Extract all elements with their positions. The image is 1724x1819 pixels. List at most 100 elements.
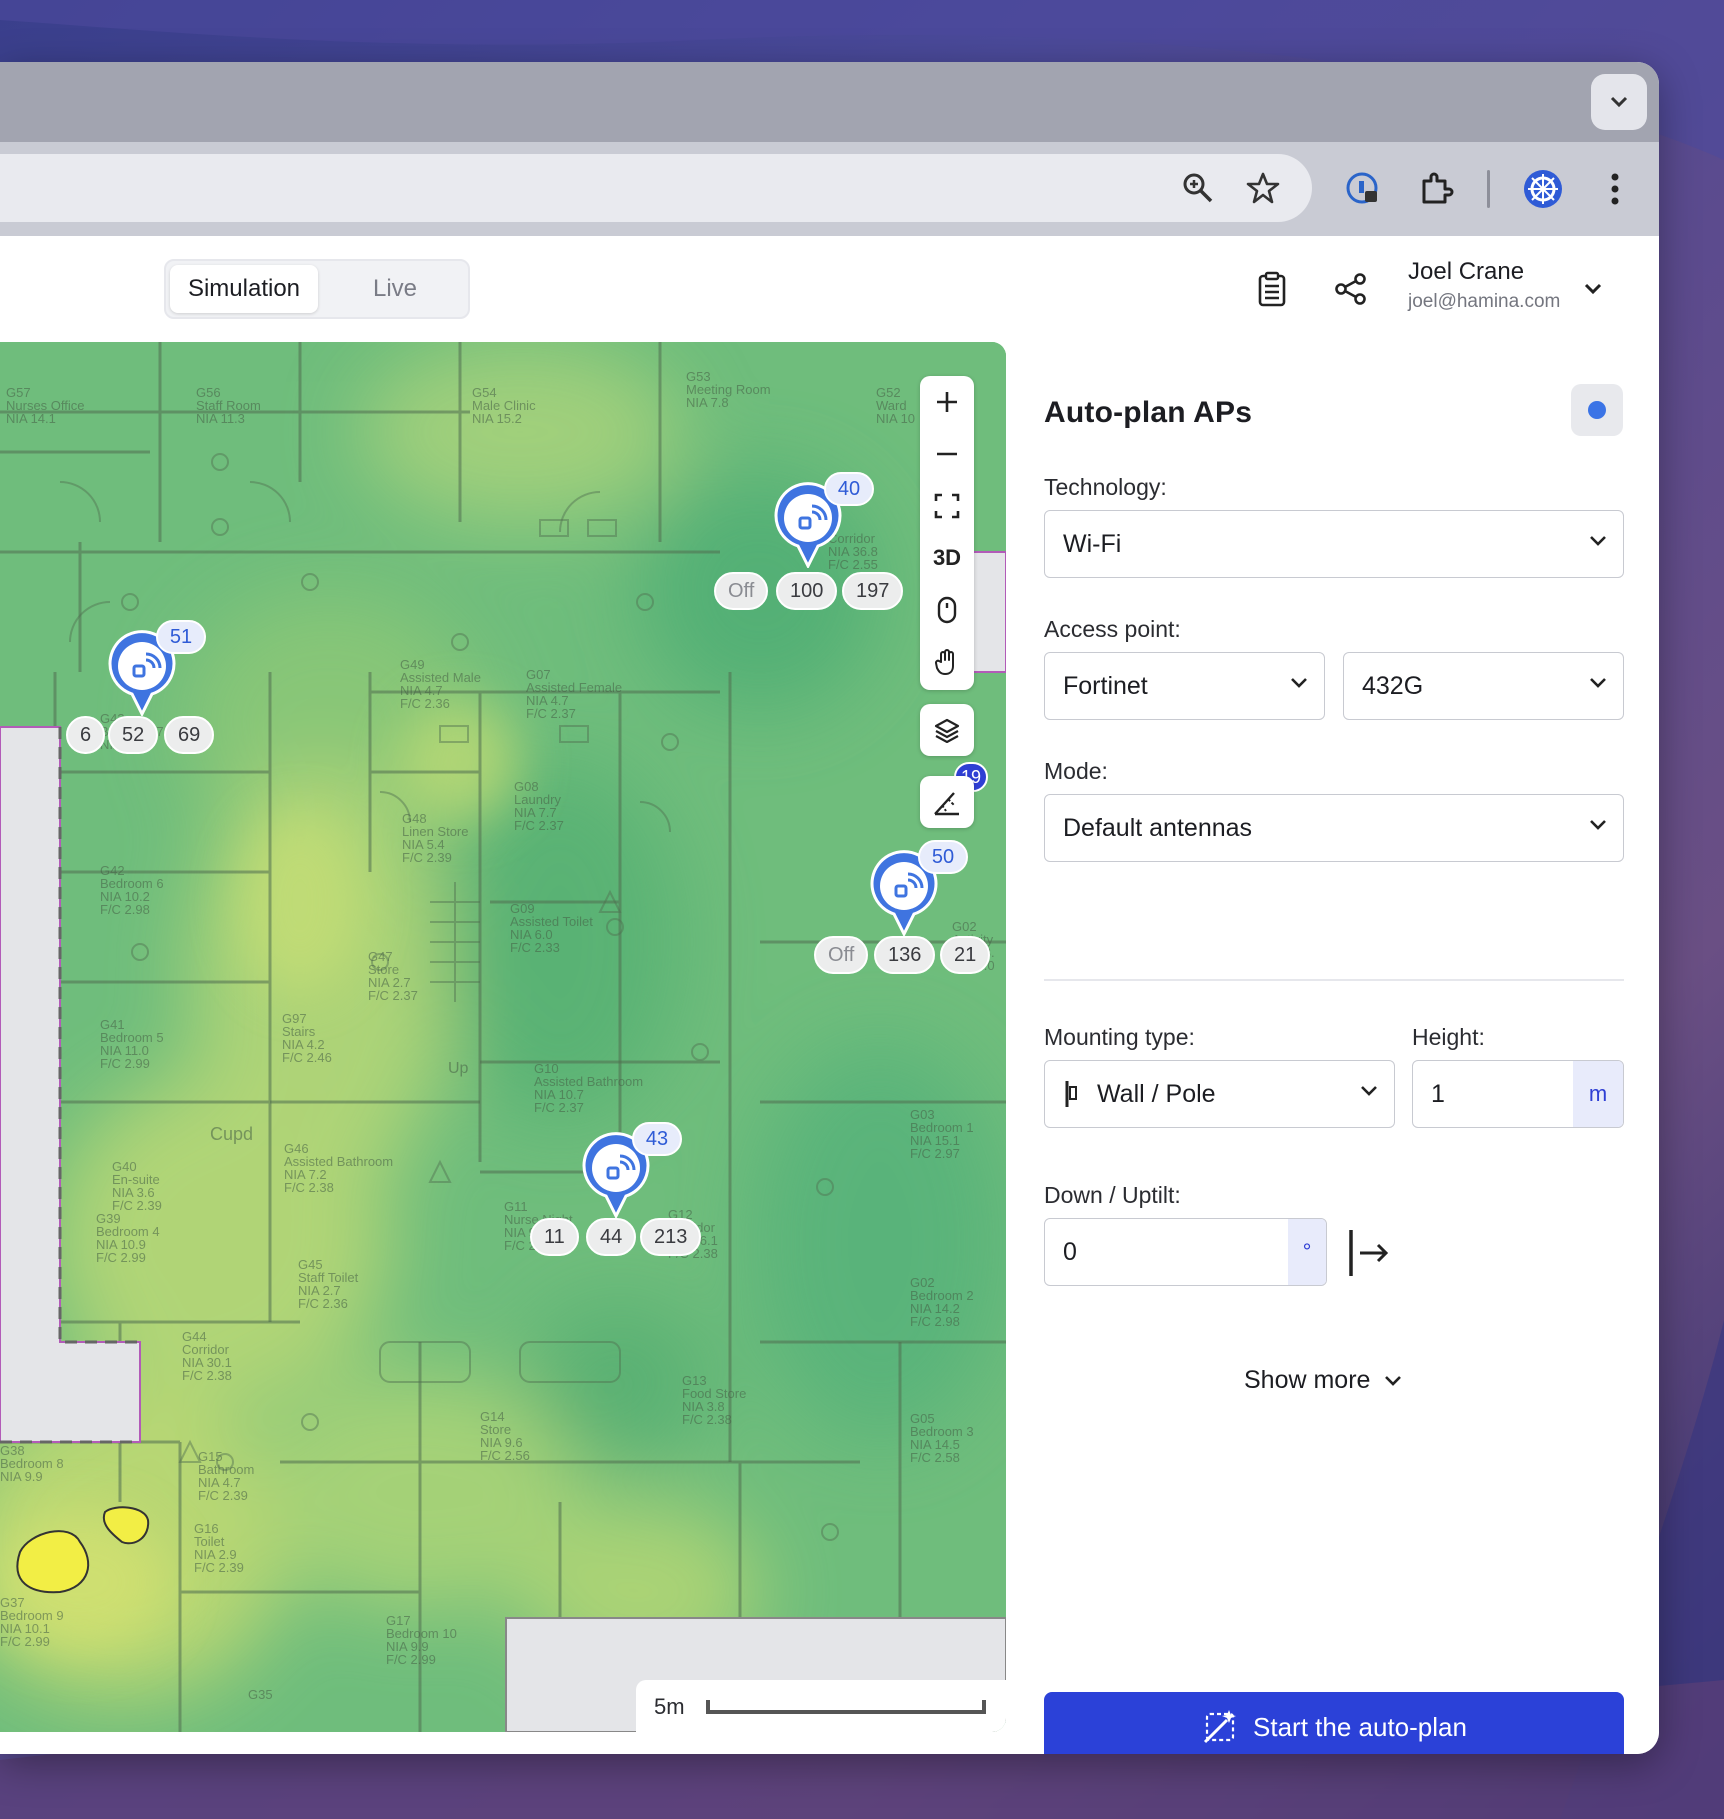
measure-angle-icon[interactable] <box>920 776 974 828</box>
zoom-in-icon[interactable] <box>920 376 974 428</box>
hand-icon[interactable] <box>920 636 974 688</box>
height-value: 1 <box>1431 1079 1445 1108</box>
room-label: G07 Assisted Female NIA 4.7 F/C 2.37 <box>526 667 623 721</box>
wall-mount-icon <box>1065 1081 1077 1107</box>
zoom-out-icon[interactable] <box>920 428 974 480</box>
room-label: G05 Bedroom 3 NIA 14.5 F/C 2.58 <box>910 1411 974 1465</box>
room-label: G35 <box>248 1687 273 1702</box>
toolbar-separator <box>1487 170 1490 208</box>
panel-title: Auto-plan APs <box>1044 396 1253 429</box>
show-more-label: Show more <box>1244 1366 1371 1394</box>
password-manager-icon[interactable] <box>1338 164 1388 214</box>
room-label: G48 Linen Store NIA 5.4 F/C 2.39 <box>402 811 469 865</box>
layers-icon[interactable] <box>920 704 974 756</box>
address-bar[interactable] <box>0 154 1312 222</box>
ap-stat-pill: 21 <box>940 936 991 974</box>
ap-vendor-select[interactable]: Fortinet <box>1044 652 1325 720</box>
clipboard-icon[interactable] <box>1247 264 1297 314</box>
app-header: Simulation Live Joel Crane joel@hamina.c… <box>0 236 1659 342</box>
chevron-down-icon <box>1385 1375 1402 1386</box>
room-label: G14 Store NIA 9.6 F/C 2.56 <box>480 1409 530 1463</box>
user-menu-chevron-icon[interactable] <box>1568 264 1618 314</box>
mode-label: Mode: <box>1044 758 1108 784</box>
start-auto-plan-button[interactable]: Start the auto-plan <box>1044 1692 1624 1754</box>
profile-avatar-icon[interactable] <box>1518 164 1568 214</box>
height-input[interactable]: 1 m <box>1412 1060 1624 1128</box>
room-label: G40 En-suite NIA 3.6 F/C 2.39 <box>112 1159 162 1213</box>
panel-status-toggle[interactable] <box>1571 384 1623 436</box>
room-label: G38 Bedroom 8 NIA 9.9 <box>0 1443 64 1484</box>
ap-stat-pill: 213 <box>640 1218 702 1256</box>
chevron-down-icon <box>1291 678 1307 688</box>
ap-stat-pill: 6 <box>66 716 106 754</box>
star-icon[interactable] <box>1238 163 1288 213</box>
room-label: G09 Assisted Toilet NIA 6.0 F/C 2.33 <box>510 901 593 955</box>
tilt-input[interactable]: 0 ° <box>1044 1218 1327 1286</box>
tilt-unit: ° <box>1288 1219 1326 1285</box>
fullscreen-icon[interactable] <box>920 480 974 532</box>
zoom-icon[interactable] <box>1173 163 1223 213</box>
divider <box>1044 979 1624 981</box>
ap-model-select[interactable]: 432G <box>1343 652 1624 720</box>
room-label: G17 Bedroom 10 NIA 9.9 F/C 2.99 <box>386 1613 457 1667</box>
ap-channel-badge: 50 <box>918 840 968 874</box>
room-label: G08 Laundry NIA 7.7 F/C 2.37 <box>514 779 564 833</box>
mode-value: Default antennas <box>1063 813 1253 842</box>
room-label: G56 Staff Room NIA 11.3 <box>196 385 261 426</box>
room-label: G44 Corridor NIA 30.1 F/C 2.38 <box>182 1329 232 1383</box>
show-more-button[interactable]: Show more <box>1244 1366 1402 1395</box>
user-email: joel@hamina.com <box>1408 291 1561 312</box>
user-name[interactable]: Joel Crane <box>1408 258 1524 286</box>
chevron-down-icon <box>1361 1086 1377 1096</box>
room-label: G46 Assisted Bathroom NIA 7.2 F/C 2.38 <box>284 1141 394 1195</box>
3d-view-button[interactable]: 3D <box>920 532 974 584</box>
chevron-down-icon <box>1610 96 1628 108</box>
ap-stat-pill: Off <box>814 936 869 974</box>
mounting-type-select[interactable]: Wall / Pole <box>1044 1060 1395 1128</box>
extensions-icon[interactable] <box>1411 164 1461 214</box>
tab-simulation[interactable]: Simulation <box>170 265 318 313</box>
access-point-label: Access point: <box>1044 616 1181 642</box>
room-label: G41 Bedroom 5 NIA 11.0 F/C 2.99 <box>100 1017 164 1071</box>
chevron-down-icon <box>1590 536 1606 546</box>
ap-stat-pill: 136 <box>874 936 936 974</box>
tilt-direction-icon <box>1349 1230 1389 1276</box>
room-label: G39 Bedroom 4 NIA 10.9 F/C 2.99 <box>96 1211 160 1265</box>
scale-label: 5m <box>654 1694 685 1719</box>
ap-stat-pill: 52 <box>108 716 159 754</box>
room-label: G42 Bedroom 6 NIA 10.2 F/C 2.98 <box>100 863 164 917</box>
room-label: G10 Assisted Bathroom NIA 10.7 F/C 2.37 <box>534 1061 644 1115</box>
floor-plan-map[interactable]: G57 Nurses Office NIA 14.1 G56 Staff Roo… <box>0 342 1006 1732</box>
ap-stat-pill: 69 <box>164 716 215 754</box>
tab-live[interactable]: Live <box>322 265 468 313</box>
room-label: G54 Male Clinic NIA 15.2 <box>472 385 536 426</box>
ap-vendor-value: Fortinet <box>1063 671 1148 700</box>
ap-stat-pill: 100 <box>776 572 838 610</box>
room-label: G15 Bathroom NIA 4.7 F/C 2.39 <box>198 1449 255 1503</box>
tab-search-button[interactable] <box>1591 74 1647 130</box>
tilt-label: Down / Uptilt: <box>1044 1182 1181 1208</box>
room-label: G03 Bedroom 1 NIA 15.1 F/C 2.97 <box>910 1107 974 1161</box>
ap-stat-pill: 44 <box>586 1218 637 1256</box>
height-unit: m <box>1573 1061 1623 1127</box>
room-label: G52 Ward NIA 10 <box>876 385 916 426</box>
room-label: G45 Staff Toilet NIA 2.7 F/C 2.36 <box>298 1257 359 1311</box>
more-vert-icon[interactable] <box>1590 164 1640 214</box>
room-label: G53 Meeting Room NIA 7.8 <box>686 369 771 410</box>
mouse-icon[interactable] <box>920 584 974 636</box>
tilt-value: 0 <box>1063 1237 1077 1266</box>
mode-select[interactable]: Default antennas <box>1044 794 1624 862</box>
room-label: G97 Stairs NIA 4.2 F/C 2.46 <box>282 1011 332 1065</box>
room-label: G16 Toilet NIA 2.9 F/C 2.39 <box>194 1521 244 1575</box>
technology-select[interactable]: Wi-Fi <box>1044 510 1624 578</box>
mounting-type-label: Mounting type: <box>1044 1024 1195 1050</box>
ap-stat-pill: Off <box>714 572 769 610</box>
share-icon[interactable] <box>1326 264 1376 314</box>
start-auto-plan-label: Start the auto-plan <box>1253 1711 1467 1742</box>
room-label: G02 Bedroom 2 NIA 14.2 F/C 2.98 <box>910 1275 974 1329</box>
ap-model-value: 432G <box>1362 671 1424 700</box>
room-label: G37 Bedroom 9 NIA 10.1 F/C 2.99 <box>0 1595 64 1649</box>
room-label: G49 Assisted Male NIA 4.7 F/C 2.36 <box>400 657 481 711</box>
ap-channel-badge: 51 <box>156 620 206 654</box>
ap-channel-badge: 43 <box>632 1122 682 1156</box>
